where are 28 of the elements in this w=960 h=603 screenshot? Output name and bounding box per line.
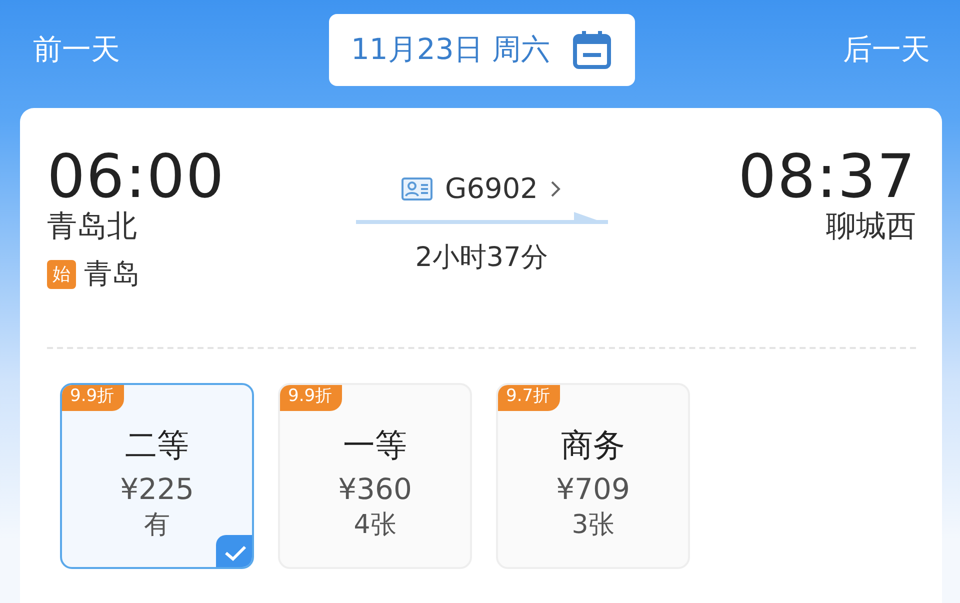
arrival-time: 08:37 [737, 146, 916, 209]
seat-option[interactable]: 9.9折 一等 ¥360 4张 [278, 383, 472, 569]
checkmark-icon [216, 535, 252, 567]
id-card-icon [401, 177, 434, 201]
seat-option[interactable]: 9.7折 商务 ¥709 3张 [496, 383, 690, 569]
departure-time: 06:00 [47, 146, 226, 209]
seat-availability: 3张 [572, 509, 614, 542]
discount-tag: 9.9折 [280, 385, 342, 410]
seat-class: 二等 [125, 425, 189, 466]
discount-tag: 9.9折 [62, 385, 124, 410]
date-picker-button[interactable]: 11月23日 周六 [328, 14, 634, 86]
origin-badge: 始 [47, 260, 76, 288]
seat-option[interactable]: 9.9折 二等 ¥225 有 [60, 383, 254, 569]
calendar-icon [572, 30, 612, 70]
chevron-icon [550, 179, 562, 199]
seat-availability: 有 [144, 509, 170, 542]
origin-city: 青岛 [84, 256, 140, 292]
seat-class: 一等 [343, 425, 407, 466]
seat-price: ¥709 [556, 473, 630, 506]
arrival-station: 聊城西 [825, 209, 916, 245]
train-number-link[interactable]: G6902 [401, 168, 562, 210]
seat-price: ¥360 [338, 473, 412, 506]
discount-tag: 9.7折 [498, 385, 560, 410]
departure-station: 青岛北 [47, 209, 138, 245]
seat-class: 商务 [561, 425, 625, 466]
seat-availability: 4张 [354, 509, 396, 542]
duration: 2小时37分 [415, 241, 548, 275]
seat-price: ¥225 [120, 473, 194, 506]
